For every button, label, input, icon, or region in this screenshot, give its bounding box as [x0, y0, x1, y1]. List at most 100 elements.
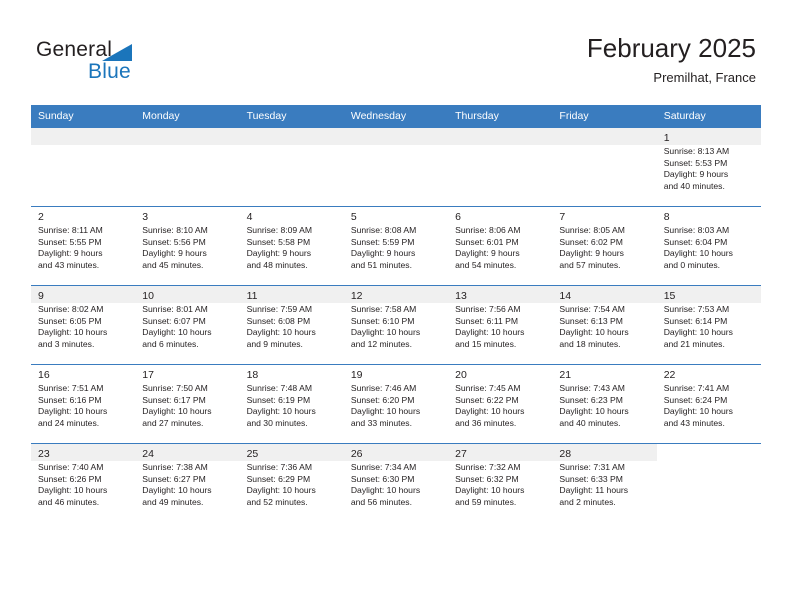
calendar-day-cell[interactable]: 11 Sunrise: 7:59 AM Sunset: 6:08 PM Dayli…	[239, 285, 344, 365]
calendar-cell-inner: 23 Sunrise: 7:40 AM Sunset: 6:26 PM Dayli…	[31, 444, 136, 522]
calendar-day-cell[interactable]: 23 Sunrise: 7:40 AM Sunset: 6:26 PM Dayli…	[31, 443, 136, 522]
calendar-cell-inner: 7 Sunrise: 8:05 AM Sunset: 6:02 PM Daylig…	[552, 207, 657, 285]
calendar-week-row: 16 Sunrise: 7:51 AM Sunset: 6:16 PM Dayli…	[31, 364, 761, 444]
day-number: 20	[455, 369, 467, 381]
day-number: 14	[559, 290, 572, 302]
calendar-page: General Blue February 2025 Premilhat, Fr…	[0, 0, 792, 612]
day-number: 1	[663, 132, 670, 144]
calendar-day-cell[interactable]: 9 Sunrise: 8:02 AM Sunset: 6:05 PM Daylig…	[31, 285, 136, 365]
calendar-day-cell[interactable]: 4 Sunrise: 8:09 AM Sunset: 5:58 PM Daylig…	[239, 206, 344, 286]
calendar-day-cell[interactable]: 21 Sunrise: 7:43 AM Sunset: 6:23 PM Dayli…	[552, 364, 657, 444]
calendar-week-row: 23 Sunrise: 7:40 AM Sunset: 6:26 PM Dayli…	[31, 443, 761, 522]
weekday-header-tuesday: Tuesday	[239, 105, 344, 128]
calendar-cell-empty	[239, 127, 344, 207]
calendar-week-row: 2 Sunrise: 8:11 AM Sunset: 5:55 PM Daylig…	[31, 206, 761, 286]
calendar-day-cell[interactable]: 15 Sunrise: 7:53 AM Sunset: 6:14 PM Dayli…	[656, 285, 761, 365]
calendar-day-cell[interactable]: 18 Sunrise: 7:48 AM Sunset: 6:19 PM Dayli…	[239, 364, 344, 444]
weekday-header-sunday: Sunday	[31, 105, 136, 128]
calendar-day-cell[interactable]: 2 Sunrise: 8:11 AM Sunset: 5:55 PM Daylig…	[31, 206, 136, 286]
calendar-day-cell[interactable]: 1 Sunrise: 8:13 AM Sunset: 5:53 PM Daylig…	[656, 127, 761, 207]
day-number: 11	[246, 290, 258, 302]
calendar-cell-inner: 16 Sunrise: 7:51 AM Sunset: 6:16 PM Dayli…	[31, 365, 136, 443]
calendar-day-cell[interactable]: 19 Sunrise: 7:46 AM Sunset: 6:20 PM Dayli…	[343, 364, 449, 444]
day-number: 23	[38, 448, 50, 460]
day-number: 4	[246, 211, 253, 223]
calendar-day-cell[interactable]: 10 Sunrise: 8:01 AM Sunset: 6:07 PM Dayli…	[135, 285, 240, 365]
calendar-cell-empty	[31, 127, 136, 207]
calendar-day-cell[interactable]: 5 Sunrise: 8:08 AM Sunset: 5:59 PM Daylig…	[343, 206, 449, 286]
day-sun-info: Sunrise: 7:36 AM Sunset: 6:29 PM Dayligh…	[246, 462, 316, 507]
logo-word-general: General	[36, 38, 113, 61]
calendar-header-row: Sunday Monday Tuesday Wednesday Thursday Frid…	[31, 105, 761, 128]
calendar-cell-inner: 17 Sunrise: 7:50 AM Sunset: 6:17 PM Dayli…	[135, 365, 240, 443]
calendar-cell-inner: 12 Sunrise: 7:58 AM Sunset: 6:10 PM Dayli…	[343, 286, 449, 364]
calendar-cell-inner: 19 Sunrise: 7:46 AM Sunset: 6:20 PM Dayli…	[343, 365, 449, 443]
day-number: 12	[350, 290, 363, 302]
day-sun-info: Sunrise: 7:32 AM Sunset: 6:32 PM Dayligh…	[455, 462, 525, 507]
day-sun-info: Sunrise: 7:45 AM Sunset: 6:22 PM Dayligh…	[455, 383, 525, 428]
calendar-cell-inner	[656, 444, 761, 522]
day-sun-info: Sunrise: 8:13 AM Sunset: 5:53 PM Dayligh…	[663, 146, 730, 191]
day-sun-info: Sunrise: 8:09 AM Sunset: 5:58 PM Dayligh…	[246, 225, 313, 270]
calendar-day-cell[interactable]: 3 Sunrise: 8:10 AM Sunset: 5:56 PM Daylig…	[135, 206, 240, 286]
weekday-header-wednesday: Wednesday	[343, 105, 449, 128]
general-blue-logo: General Blue	[36, 38, 236, 88]
day-number: 15	[663, 290, 676, 302]
day-sun-info: Sunrise: 7:48 AM Sunset: 6:19 PM Dayligh…	[246, 383, 316, 428]
calendar-day-cell[interactable]: 8 Sunrise: 8:03 AM Sunset: 6:04 PM Daylig…	[656, 206, 761, 286]
calendar-week-row: 1 Sunrise: 8:13 AM Sunset: 5:53 PM Daylig…	[31, 127, 761, 207]
calendar-day-cell[interactable]: 7 Sunrise: 8:05 AM Sunset: 6:02 PM Daylig…	[552, 206, 657, 286]
calendar-day-cell[interactable]: 26 Sunrise: 7:34 AM Sunset: 6:30 PM Dayli…	[343, 443, 449, 522]
day-sun-info: Sunrise: 7:51 AM Sunset: 6:16 PM Dayligh…	[38, 383, 108, 428]
day-number: 2	[38, 211, 44, 223]
calendar-day-cell[interactable]: 12 Sunrise: 7:58 AM Sunset: 6:10 PM Dayli…	[343, 285, 449, 365]
day-number: 7	[559, 211, 566, 223]
day-number: 26	[350, 448, 363, 460]
calendar-table: Sunday Monday Tuesday Wednesday Thursday Frid…	[31, 105, 761, 522]
calendar-day-cell[interactable]: 22 Sunrise: 7:41 AM Sunset: 6:24 PM Dayli…	[656, 364, 761, 444]
day-sun-info: Sunrise: 7:50 AM Sunset: 6:17 PM Dayligh…	[142, 383, 212, 428]
day-sun-info: Sunrise: 7:53 AM Sunset: 6:14 PM Dayligh…	[663, 304, 733, 349]
calendar-cell-inner: 24 Sunrise: 7:38 AM Sunset: 6:27 PM Dayli…	[135, 444, 240, 522]
day-number: 16	[38, 369, 50, 381]
day-number: 17	[142, 369, 154, 381]
day-sun-info: Sunrise: 8:06 AM Sunset: 6:01 PM Dayligh…	[455, 225, 521, 270]
day-sun-info: Sunrise: 7:59 AM Sunset: 6:08 PM Dayligh…	[246, 304, 316, 349]
calendar-day-cell[interactable]: 20 Sunrise: 7:45 AM Sunset: 6:22 PM Dayli…	[448, 364, 553, 444]
day-number: 27	[455, 448, 467, 460]
calendar-body: 1 Sunrise: 8:13 AM Sunset: 5:53 PM Daylig…	[31, 127, 761, 522]
day-number: 8	[663, 211, 670, 223]
calendar-cell-inner	[135, 128, 240, 145]
day-sun-info: Sunrise: 7:58 AM Sunset: 6:10 PM Dayligh…	[350, 304, 421, 349]
calendar-day-cell[interactable]: 16 Sunrise: 7:51 AM Sunset: 6:16 PM Dayli…	[31, 364, 136, 444]
calendar-cell-inner: 5 Sunrise: 8:08 AM Sunset: 5:59 PM Daylig…	[343, 207, 449, 285]
day-sun-info: Sunrise: 8:05 AM Sunset: 6:02 PM Dayligh…	[559, 225, 625, 270]
calendar-cell-inner	[31, 128, 136, 145]
calendar-day-cell[interactable]: 25 Sunrise: 7:36 AM Sunset: 6:29 PM Dayli…	[239, 443, 344, 522]
calendar-cell-inner: 11 Sunrise: 7:59 AM Sunset: 6:08 PM Dayli…	[239, 286, 344, 364]
calendar-day-cell[interactable]: 6 Sunrise: 8:06 AM Sunset: 6:01 PM Daylig…	[448, 206, 553, 286]
day-number: 25	[246, 448, 259, 460]
day-number: 3	[142, 211, 149, 223]
calendar-day-cell[interactable]: 13 Sunrise: 7:56 AM Sunset: 6:11 PM Dayli…	[448, 285, 553, 365]
day-sun-info: Sunrise: 8:02 AM Sunset: 6:05 PM Dayligh…	[38, 304, 108, 349]
calendar-week-row: 9 Sunrise: 8:02 AM Sunset: 6:05 PM Daylig…	[31, 285, 761, 365]
weekday-header-friday: Friday	[552, 105, 657, 128]
calendar-day-cell[interactable]: 14 Sunrise: 7:54 AM Sunset: 6:13 PM Dayli…	[552, 285, 657, 365]
day-sun-info: Sunrise: 8:08 AM Sunset: 5:59 PM Dayligh…	[350, 225, 417, 270]
day-sun-info: Sunrise: 7:41 AM Sunset: 6:24 PM Dayligh…	[663, 383, 733, 428]
calendar-day-cell[interactable]: 24 Sunrise: 7:38 AM Sunset: 6:27 PM Dayli…	[135, 443, 240, 522]
day-sun-info: Sunrise: 8:11 AM Sunset: 5:55 PM Dayligh…	[38, 225, 103, 270]
calendar-day-cell[interactable]: 27 Sunrise: 7:32 AM Sunset: 6:32 PM Dayli…	[448, 443, 553, 522]
calendar-cell-empty	[552, 127, 657, 207]
calendar-cell-inner: 13 Sunrise: 7:56 AM Sunset: 6:11 PM Dayli…	[448, 286, 553, 364]
calendar-day-cell[interactable]: 28 Sunrise: 7:31 AM Sunset: 6:33 PM Dayli…	[552, 443, 657, 522]
logo-word-blue: Blue	[88, 60, 131, 83]
calendar-cell-inner: 10 Sunrise: 8:01 AM Sunset: 6:07 PM Dayli…	[135, 286, 240, 364]
calendar-cell-inner	[343, 128, 449, 145]
calendar-cell-inner: 9 Sunrise: 8:02 AM Sunset: 6:05 PM Daylig…	[31, 286, 136, 364]
day-number: 5	[350, 211, 357, 223]
logo-triangle-icon	[102, 44, 132, 61]
calendar-day-cell[interactable]: 17 Sunrise: 7:50 AM Sunset: 6:17 PM Dayli…	[135, 364, 240, 444]
day-number: 10	[142, 290, 154, 302]
